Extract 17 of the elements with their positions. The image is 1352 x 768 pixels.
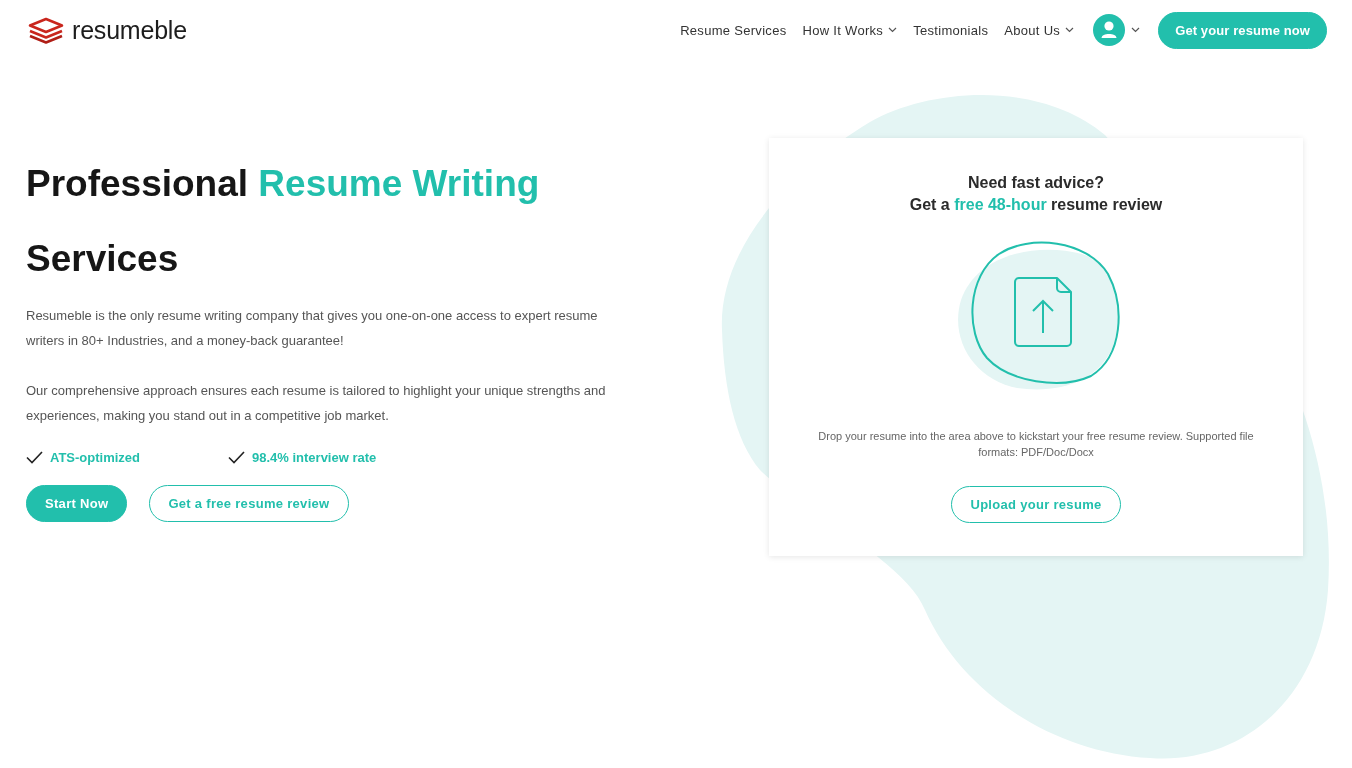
nav-link[interactable]: How It Works	[802, 22, 898, 38]
nav-link[interactable]: Testimonials	[913, 22, 989, 38]
hero-paragraph: Resumeble is the only resume writing company that gives you one-on-one access to expert resume writers in 80+ Industries, and a money-back guarantee!	[26, 307, 599, 350]
user-avatar-icon	[1093, 14, 1126, 46]
feature-label: 98.4% interview rate	[252, 450, 377, 465]
check-icon	[228, 451, 245, 464]
hero-paragraph: Our comprehensive approach ensures each resume is tailored to highlight your unique strengths and experiences, making you stand out in a competitive job market.	[26, 382, 607, 425]
hero-title: Professional Resume Writing Services	[26, 162, 541, 281]
feature-label: ATS-optimized	[50, 450, 141, 465]
account-menu-button[interactable]	[1093, 14, 1141, 46]
upload-note: Drop your resume into the area above to kickstart your free resume review. Supported file formats: PDF/Doc/Docx	[817, 429, 1255, 460]
nav-link[interactable]: About Us	[1004, 22, 1075, 38]
stacked-layers-logo-icon	[28, 16, 64, 44]
nav-link[interactable]: Resume Services	[680, 22, 787, 38]
card-heading: Need fast advice? Get a free 48-hour resume review	[909, 173, 1163, 215]
logo-link[interactable]: resumeble	[28, 15, 187, 45]
check-icon	[26, 451, 43, 464]
